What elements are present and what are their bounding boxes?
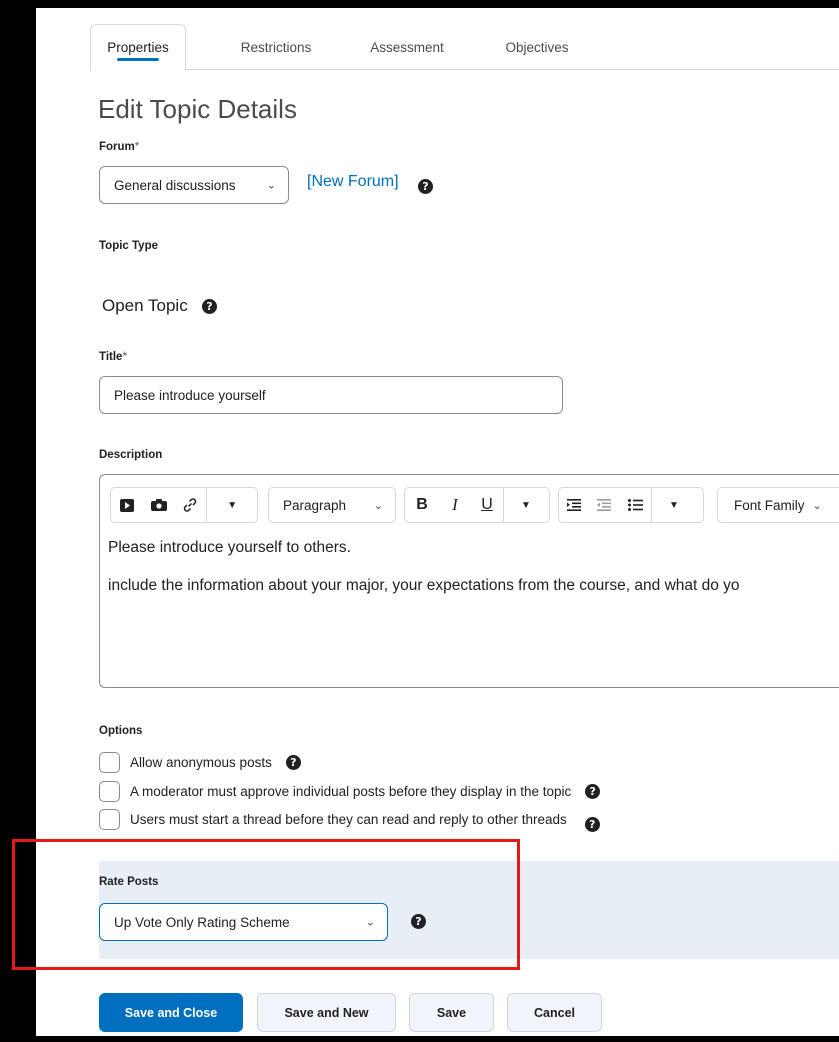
cancel-button[interactable]: Cancel (507, 993, 602, 1032)
more-format-dropdown[interactable]: ▼ (504, 488, 548, 522)
tab-restrictions-label: Restrictions (240, 39, 312, 55)
tab-objectives-label: Objectives (505, 39, 569, 55)
frame-top-border (0, 0, 839, 8)
bullet-list-icon (627, 499, 643, 511)
editor-paragraph: Please introduce yourself to others. (108, 539, 351, 556)
video-icon (119, 498, 134, 512)
list-toolbar-group: ▼ (558, 487, 704, 523)
description-editor[interactable]: ▼ Paragraph ⌄ B I U ▼ ▼ Font Family ⌄ Pl… (99, 474, 839, 688)
option-moderator-approve[interactable]: A moderator must approve individual post… (99, 780, 601, 802)
active-tab-indicator (117, 58, 159, 61)
title-label-text: Title (99, 351, 123, 363)
link-icon (184, 498, 197, 512)
help-icon[interactable]: ? (285, 754, 301, 770)
chevron-down-icon: ⌄ (266, 179, 276, 192)
indent-button[interactable] (559, 488, 589, 522)
tab-assessment-label: Assessment (370, 39, 444, 55)
title-input[interactable]: Please introduce yourself (99, 376, 563, 414)
tab-properties-label: Properties (107, 40, 169, 55)
more-insert-dropdown[interactable]: ▼ (207, 488, 257, 522)
option-label: Allow anonymous posts (130, 754, 272, 770)
tab-restrictions[interactable]: Restrictions (226, 24, 326, 70)
checkbox[interactable] (99, 808, 120, 830)
insert-image-button[interactable] (143, 488, 175, 522)
page-title: Edit Topic Details (98, 94, 297, 124)
option-start-thread[interactable]: Users must start a thread before they ca… (99, 808, 600, 832)
option-label: Users must start a thread before they ca… (130, 811, 567, 827)
required-marker: * (122, 351, 127, 363)
options-label: Options (99, 725, 143, 737)
forum-select-value: General discussions (114, 177, 236, 193)
outdent-icon (597, 499, 611, 511)
tab-objectives[interactable]: Objectives (488, 24, 586, 70)
title-label: Title* (99, 351, 127, 363)
option-anonymous-posts[interactable]: Allow anonymous posts ? (99, 751, 301, 773)
forum-label-text: Forum (99, 141, 135, 153)
help-icon[interactable]: ? (202, 299, 217, 314)
checkbox[interactable] (99, 780, 120, 802)
tab-properties[interactable]: Properties (90, 24, 186, 71)
save-and-close-button[interactable]: Save and Close (99, 993, 243, 1032)
help-icon[interactable]: ? (418, 179, 433, 194)
topic-type-label: Topic Type (99, 240, 158, 252)
help-icon[interactable]: ? (585, 783, 601, 799)
outdent-button[interactable] (589, 488, 619, 522)
checkbox[interactable] (99, 751, 120, 773)
forum-label: Forum* (99, 141, 139, 153)
bold-button[interactable]: B (405, 488, 439, 522)
tab-assessment[interactable]: Assessment (352, 24, 462, 70)
insert-link-button[interactable] (175, 488, 207, 522)
new-forum-link[interactable]: [New Forum] (307, 173, 399, 191)
font-family-select[interactable]: Font Family ⌄ (717, 487, 839, 523)
chevron-down-icon: ⌄ (812, 499, 822, 512)
format-toolbar-group: B I U ▼ (404, 487, 550, 523)
indent-icon (567, 499, 581, 511)
save-button[interactable]: Save (409, 993, 494, 1032)
chevron-down-icon: ⌄ (373, 499, 383, 512)
underline-button[interactable]: U (471, 488, 503, 522)
topic-type-value: Open Topic (102, 296, 188, 315)
required-marker: * (134, 141, 140, 153)
insert-video-button[interactable] (111, 488, 143, 522)
editor-paragraph: include the information about your major… (108, 577, 740, 594)
description-label: Description (99, 449, 163, 461)
editor-content[interactable]: Please introduce yourself to others. inc… (108, 537, 839, 597)
title-input-value: Please introduce yourself (114, 387, 266, 403)
help-icon[interactable]: ? (584, 816, 600, 832)
more-list-dropdown[interactable]: ▼ (652, 488, 696, 522)
italic-button[interactable]: I (439, 488, 471, 522)
tab-bar: Properties Restrictions Assessment Objec… (90, 24, 839, 71)
font-family-select-value: Font Family (734, 497, 805, 513)
paragraph-select[interactable]: Paragraph ⌄ (268, 487, 396, 523)
forum-select[interactable]: General discussions ⌄ (99, 166, 289, 204)
save-and-new-button[interactable]: Save and New (257, 993, 396, 1032)
bullet-list-button[interactable] (619, 488, 651, 522)
paragraph-select-value: Paragraph (283, 497, 347, 513)
frame-bottom-border (0, 1036, 839, 1042)
insert-toolbar-group: ▼ (110, 487, 258, 523)
highlight-annotation-box (12, 839, 520, 970)
camera-icon (150, 499, 167, 511)
option-label: A moderator must approve individual post… (130, 783, 572, 799)
